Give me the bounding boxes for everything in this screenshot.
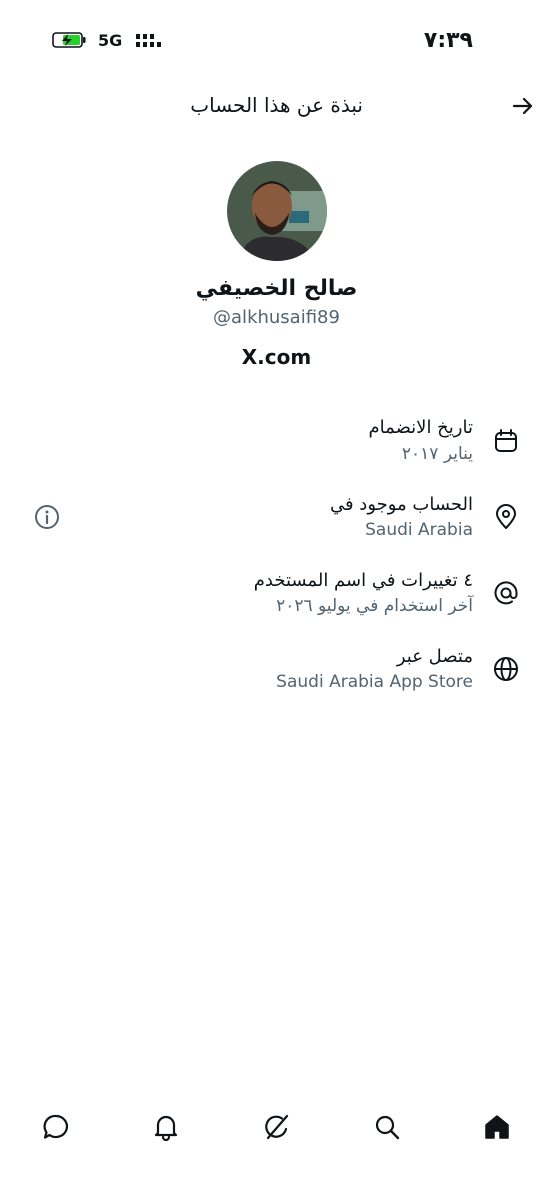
messages-icon[interactable] [42, 1113, 70, 1141]
location-title: الحساب موجود في [329, 494, 473, 515]
network-label: 5G [98, 31, 123, 50]
arrow-right-icon[interactable] [511, 94, 535, 118]
domain-link[interactable]: X.com [0, 345, 553, 369]
location-pin-icon [493, 504, 519, 530]
join-date-title: تاريخ الانضمام [368, 417, 473, 438]
username-changes-value: آخر استخدام في يوليو ٢٠٢٦ [276, 596, 473, 616]
signal-icon [136, 32, 162, 50]
grok-icon[interactable] [263, 1113, 291, 1141]
battery-charging-icon [52, 32, 86, 48]
join-date-value: يناير ٢٠١٧ [401, 444, 473, 464]
location-value: Saudi Arabia [365, 520, 473, 540]
calendar-icon [493, 428, 519, 454]
status-time: ٧:٣٩ [423, 28, 473, 53]
page-title: نبذة عن هذا الحساب [190, 93, 363, 117]
username-changes-title: ٤ تغييرات في اسم المستخدم [253, 570, 473, 591]
home-icon[interactable] [483, 1113, 511, 1141]
notifications-icon[interactable] [152, 1113, 180, 1141]
globe-icon [493, 656, 519, 682]
connected-via-title: متصل عبر [396, 646, 473, 667]
avatar [227, 161, 327, 261]
connected-via-value: Saudi Arabia App Store [276, 672, 473, 692]
info-icon[interactable] [34, 504, 60, 530]
user-handle: @alkhusaifi89 [213, 307, 340, 328]
search-icon[interactable] [373, 1113, 401, 1141]
display-name: صالح الخصيفي [195, 276, 358, 301]
at-sign-icon [493, 580, 519, 606]
